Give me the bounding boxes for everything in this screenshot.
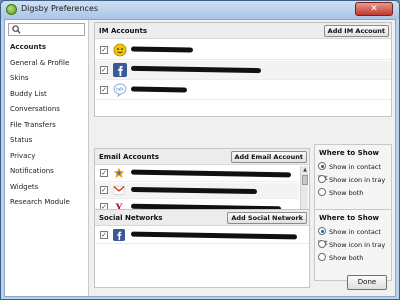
add-im-account-button[interactable]: Add IM Account: [323, 25, 389, 37]
preferences-window: Digsby Preferences ✕ Accounts General & …: [0, 0, 400, 300]
option-label: Show icon in tray: [329, 241, 386, 249]
social-networks-header: Social Networks Add Social Network: [95, 210, 309, 226]
email-accounts-header: Email Accounts Add Email Account: [95, 149, 309, 165]
radio-unselected[interactable]: [318, 175, 326, 183]
sidebar-item-privacy[interactable]: Privacy: [5, 149, 89, 165]
gtalk-icon: talk: [113, 83, 127, 97]
add-email-account-button[interactable]: Add Email Account: [230, 151, 307, 163]
add-social-network-button[interactable]: Add Social Network: [227, 212, 307, 224]
sidebar-item-notifications[interactable]: Notifications: [5, 164, 89, 180]
radio-selected[interactable]: [318, 227, 326, 235]
gmail-icon: [113, 186, 125, 195]
social-row[interactable]: ✓: [95, 227, 309, 244]
email-enabled-checkbox[interactable]: ✓: [100, 186, 108, 194]
option-label: Show both: [329, 189, 364, 197]
account-enabled-checkbox[interactable]: ✓: [100, 46, 108, 54]
sidebar-item-status[interactable]: Status: [5, 133, 89, 149]
social-enabled-checkbox[interactable]: ✓: [100, 231, 108, 239]
email-where-to-show-panel: Where to Show Show in contact list Show …: [314, 144, 392, 219]
account-enabled-checkbox[interactable]: ✓: [100, 86, 108, 94]
scrollbar-thumb[interactable]: [302, 175, 308, 185]
social-networks-title: Social Networks: [99, 214, 163, 222]
sidebar: Accounts General & Profile Skins Buddy L…: [5, 20, 89, 296]
scroll-up-arrow-icon[interactable]: ▲: [301, 166, 309, 174]
account-enabled-checkbox[interactable]: ✓: [100, 66, 108, 74]
social-show-in-contact-list-option[interactable]: Show in contact list: [318, 227, 391, 247]
im-accounts-group: IM Accounts Add IM Account ✓ ✓ ✓ talk: [94, 22, 392, 117]
search-input[interactable]: [8, 23, 85, 36]
done-button[interactable]: Done: [347, 275, 387, 290]
svg-text:talk: talk: [116, 87, 124, 92]
hotmail-icon: [113, 167, 125, 179]
redacted-email-address: [130, 186, 258, 195]
radio-unselected[interactable]: [318, 240, 326, 248]
close-button[interactable]: ✕: [355, 2, 393, 16]
social-show-both-option[interactable]: Show both: [318, 253, 363, 264]
account-row[interactable]: ✓: [95, 41, 391, 60]
radio-unselected[interactable]: [318, 188, 326, 196]
facebook-icon: [113, 229, 125, 241]
email-enabled-checkbox[interactable]: ✓: [100, 169, 108, 177]
email-show-both-option[interactable]: Show both: [318, 188, 363, 199]
redacted-email-address: [130, 169, 292, 178]
redacted-account-name: [130, 86, 188, 93]
search-icon: [12, 25, 21, 34]
sidebar-item-skins[interactable]: Skins: [5, 71, 89, 87]
email-row[interactable]: ✓: [95, 183, 299, 199]
email-show-in-contact-list-option[interactable]: Show in contact list: [318, 162, 391, 182]
title-bar: Digsby Preferences ✕: [1, 1, 399, 19]
redacted-account-name: [130, 65, 262, 74]
im-accounts-header: IM Accounts Add IM Account: [95, 23, 391, 39]
yahoo-icon: [113, 43, 127, 57]
sidebar-item-buddy-list[interactable]: Buddy List: [5, 87, 89, 103]
sidebar-item-accounts[interactable]: Accounts: [5, 40, 89, 56]
sidebar-item-conversations[interactable]: Conversations: [5, 102, 89, 118]
im-accounts-title: IM Accounts: [99, 27, 148, 35]
digsby-app-icon: [6, 4, 17, 15]
option-label: Show both: [329, 254, 364, 262]
email-accounts-title: Email Accounts: [99, 153, 160, 161]
redacted-account-name: [130, 231, 298, 240]
social-networks-group: Social Networks Add Social Network ✓: [94, 209, 310, 288]
radio-selected[interactable]: [318, 162, 326, 170]
social-show-icon-in-tray-option[interactable]: Show icon in tray: [318, 240, 385, 251]
social-where-to-show-title: Where to Show: [319, 214, 379, 222]
email-where-to-show-title: Where to Show: [319, 149, 379, 157]
sidebar-item-research-module[interactable]: Research Module: [5, 195, 89, 211]
window-title: Digsby Preferences: [21, 4, 99, 13]
email-show-icon-in-tray-option[interactable]: Show icon in tray: [318, 175, 385, 186]
redacted-account-name: [130, 46, 194, 53]
sidebar-nav: Accounts General & Profile Skins Buddy L…: [5, 40, 89, 211]
social-where-to-show-panel: Where to Show Show in contact list Show …: [314, 209, 392, 281]
facebook-icon: [113, 63, 127, 77]
sidebar-item-general-profile[interactable]: General & Profile: [5, 56, 89, 72]
radio-unselected[interactable]: [318, 253, 326, 261]
option-label: Show icon in tray: [329, 176, 386, 184]
email-row[interactable]: ✓: [95, 166, 299, 182]
account-row[interactable]: ✓: [95, 61, 391, 80]
sidebar-item-file-transfers[interactable]: File Transfers: [5, 118, 89, 134]
sidebar-item-widgets[interactable]: Widgets: [5, 180, 89, 196]
account-row[interactable]: ✓ talk: [95, 81, 391, 100]
client-area: Accounts General & Profile Skins Buddy L…: [4, 19, 396, 297]
